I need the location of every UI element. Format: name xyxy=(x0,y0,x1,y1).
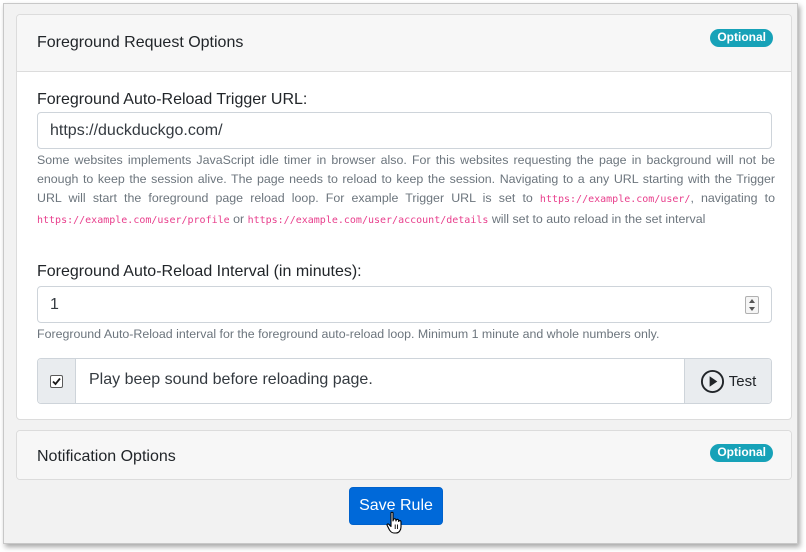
checkmark-icon xyxy=(52,377,61,386)
optional-badge: Optional xyxy=(710,29,773,47)
notification-card-header[interactable]: Notification Options Optional xyxy=(17,431,791,479)
trigger-url-help: Some websites implements JavaScript idle… xyxy=(37,153,775,226)
settings-window: Foreground Request Options Optional Fore… xyxy=(3,3,798,544)
trigger-url-label: Foreground Auto-Reload Trigger URL: xyxy=(37,91,308,108)
spinner-up-icon[interactable] xyxy=(749,299,755,303)
number-spinner[interactable] xyxy=(745,296,759,314)
interval-number-input[interactable]: 1 xyxy=(37,286,772,323)
interval-label: Foreground Auto-Reload Interval (in minu… xyxy=(37,263,362,280)
hand-cursor-icon xyxy=(386,511,402,534)
test-button-label: Test xyxy=(728,372,757,390)
foreground-card-header[interactable]: Foreground Request Options Optional xyxy=(17,15,791,72)
beep-sound-label: Play beep sound before reloading page. xyxy=(89,371,373,388)
foreground-card-title: Foreground Request Options xyxy=(37,34,244,51)
interval-value: 1 xyxy=(50,296,59,313)
notification-options-card: Notification Options Optional xyxy=(16,430,792,480)
test-sound-button[interactable]: Test xyxy=(684,359,771,403)
beep-checkbox[interactable] xyxy=(50,375,63,388)
notification-optional-badge: Optional xyxy=(710,444,773,462)
foreground-request-options-card: Foreground Request Options Optional Fore… xyxy=(16,14,792,420)
spinner-down-icon[interactable] xyxy=(749,307,755,311)
trigger-url-input[interactable]: https://duckduckgo.com/ xyxy=(37,112,772,149)
example-url-code: https://example.com/user/ xyxy=(539,194,691,206)
interval-help: Foreground Auto-Reload interval for the … xyxy=(37,327,660,341)
beep-checkbox-wrapper xyxy=(38,359,76,403)
beep-sound-option: Play beep sound before reloading page. T… xyxy=(37,358,772,404)
example-details-url-code: https://example.com/user/account/details xyxy=(247,214,489,226)
notification-card-title: Notification Options xyxy=(37,448,176,465)
play-circle-icon xyxy=(700,369,724,393)
example-profile-url-code: https://example.com/user/profile xyxy=(37,214,230,226)
